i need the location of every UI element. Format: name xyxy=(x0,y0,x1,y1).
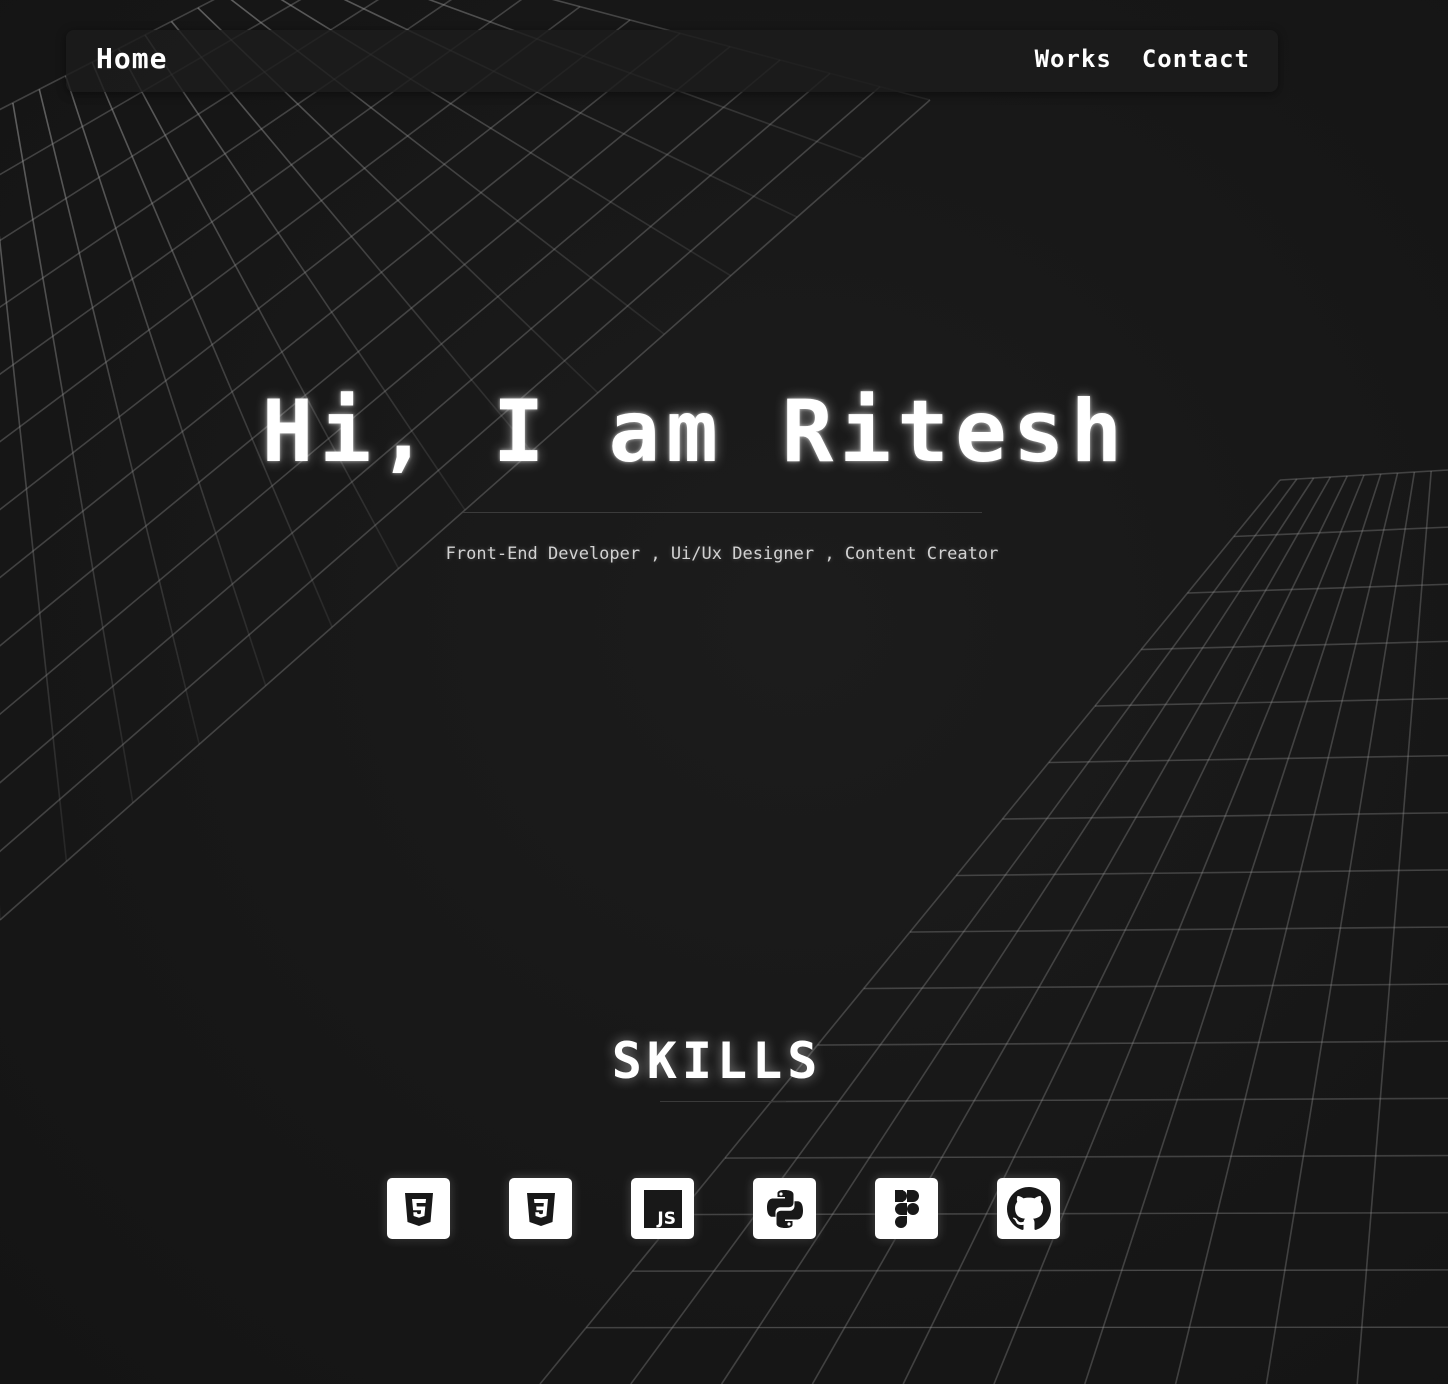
javascript-icon: JS xyxy=(643,1189,682,1229)
hero-divider xyxy=(463,512,982,513)
hero-title: Hi, I am Ritesh xyxy=(261,382,1129,482)
skill-tile-python[interactable] xyxy=(753,1178,816,1239)
html5-icon xyxy=(404,1192,433,1226)
python-icon xyxy=(766,1189,803,1228)
css3-icon xyxy=(526,1192,555,1226)
skill-tile-css3[interactable] xyxy=(509,1178,572,1239)
skills-icon-row: JS xyxy=(387,1178,1060,1239)
skills-title: SKILLS xyxy=(611,1032,823,1090)
background-grid xyxy=(0,0,1448,1384)
hero-subtitle: Front-End Developer , Ui/Ux Designer , C… xyxy=(445,544,999,564)
portfolio-page: Home Works Contact Hi, I am Ritesh Front… xyxy=(0,0,1448,1384)
skill-tile-github[interactable] xyxy=(997,1178,1060,1239)
skill-tile-figma[interactable] xyxy=(875,1178,938,1239)
nav-works-link[interactable]: Works xyxy=(1035,45,1112,73)
svg-text:JS: JS xyxy=(656,1209,676,1229)
skill-tile-html5[interactable] xyxy=(387,1178,450,1239)
github-icon xyxy=(1006,1186,1051,1230)
figma-icon xyxy=(894,1189,919,1228)
nav-contact-link[interactable]: Contact xyxy=(1142,45,1250,73)
skill-tile-javascript[interactable]: JS xyxy=(631,1178,694,1239)
nav-links: Works Contact xyxy=(1035,45,1250,73)
skills-divider xyxy=(660,1101,786,1102)
top-navbar: Home Works Contact xyxy=(66,30,1278,92)
nav-home-link[interactable]: Home xyxy=(96,42,167,75)
